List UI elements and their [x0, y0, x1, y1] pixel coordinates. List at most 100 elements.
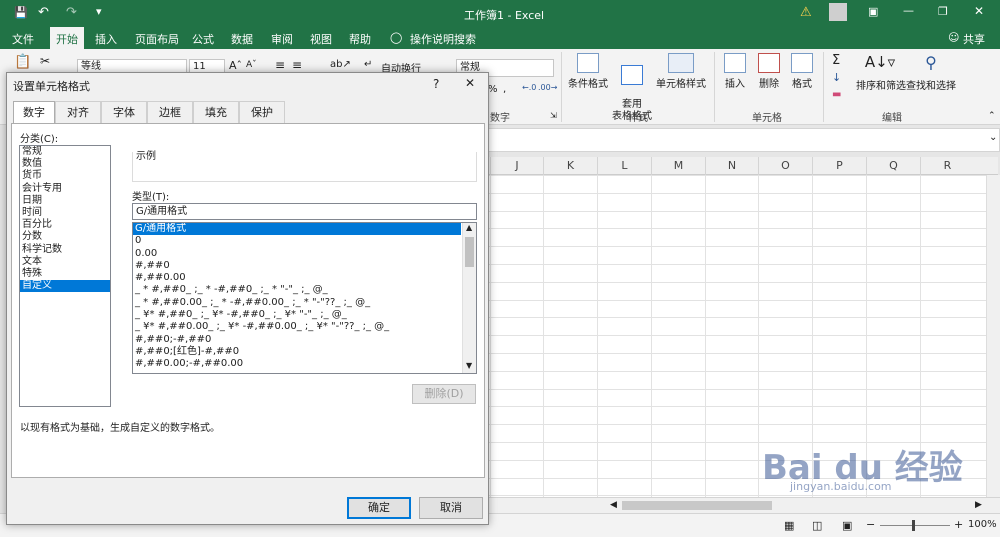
tab-fill[interactable]: 填充 — [193, 101, 239, 123]
formula-bar[interactable] — [488, 128, 1000, 152]
sort-filter-button[interactable]: A↓▿ 排序和筛选 — [856, 53, 906, 92]
list-item[interactable]: 货币 — [20, 170, 110, 182]
format-list-scrollbar[interactable]: ▲ ▼ — [462, 223, 476, 373]
list-item[interactable]: 常规 — [20, 146, 110, 158]
redo-icon[interactable]: ↷ — [66, 5, 77, 20]
format-cells-button[interactable]: 格式 — [787, 53, 817, 90]
collapse-ribbon-icon[interactable]: ⌃ — [988, 111, 996, 121]
clear-icon[interactable]: ▬ — [832, 89, 841, 100]
fill-icon[interactable]: ↓ — [832, 71, 841, 84]
tab-home[interactable]: 开始 — [50, 27, 84, 49]
normal-view-icon[interactable]: ▦ — [784, 519, 794, 532]
list-item[interactable]: #,##0.00;-#,##0.00 — [133, 358, 461, 370]
increase-decimal-icon[interactable]: ←.0 — [522, 83, 536, 92]
tab-page-layout[interactable]: 页面布局 — [135, 31, 179, 47]
zoom-in-icon[interactable]: + — [954, 518, 963, 531]
autosum-icon[interactable]: Σ — [832, 53, 840, 68]
save-icon[interactable]: 💾 — [14, 6, 28, 19]
number-dialog-launcher-icon[interactable]: ⇲ — [550, 111, 557, 120]
cut-icon[interactable]: ✂ — [40, 54, 50, 68]
tab-review[interactable]: 审阅 — [271, 31, 293, 47]
cancel-button[interactable]: 取消 — [419, 497, 483, 519]
scroll-left-icon[interactable]: ◀ — [610, 500, 617, 510]
scroll-thumb[interactable] — [465, 237, 474, 267]
tell-me-search[interactable]: 操作说明搜索 — [410, 31, 476, 47]
list-item[interactable]: #,##0 — [133, 260, 461, 272]
decrease-decimal-icon[interactable]: .00→ — [538, 83, 557, 92]
delete-cells-button[interactable]: 删除 — [754, 53, 784, 90]
tab-border[interactable]: 边框 — [147, 101, 193, 123]
undo-icon[interactable]: ↶ — [38, 5, 49, 20]
list-item[interactable]: 科学记数 — [20, 244, 110, 256]
conditional-format-button[interactable]: 条件格式 — [566, 53, 610, 90]
tab-data[interactable]: 数据 — [231, 31, 253, 47]
grow-font-icon[interactable]: Aˆ — [229, 59, 242, 72]
ribbon-display-icon[interactable]: ▣ — [868, 5, 878, 18]
scroll-up-icon[interactable]: ▲ — [466, 223, 472, 232]
tab-file[interactable]: 文件 — [12, 31, 34, 47]
list-item[interactable]: 分数 — [20, 231, 110, 243]
orientation-icon[interactable]: ab↗ — [330, 59, 351, 70]
wrap-text-icon[interactable]: ↵ — [364, 59, 372, 70]
close-icon[interactable]: ✕ — [465, 76, 475, 90]
share-icon[interactable]: ☺ — [948, 31, 959, 44]
list-item[interactable]: 时间 — [20, 207, 110, 219]
shrink-font-icon[interactable]: Aˇ — [246, 60, 257, 70]
tab-alignment[interactable]: 对齐 — [55, 101, 101, 123]
list-item[interactable]: 日期 — [20, 195, 110, 207]
list-item[interactable]: 数值 — [20, 158, 110, 170]
page-layout-view-icon[interactable]: ◫ — [812, 519, 822, 532]
restore-icon[interactable]: ❐ — [938, 5, 948, 18]
cell-styles-button[interactable]: 单元格样式 — [656, 53, 706, 90]
zoom-out-icon[interactable]: − — [866, 518, 875, 531]
paste-icon[interactable]: 📋 — [14, 54, 31, 70]
scroll-thumb[interactable] — [622, 501, 772, 510]
close-window-icon[interactable]: ✕ — [974, 4, 984, 18]
percent-icon[interactable]: % — [488, 84, 498, 95]
format-code-list[interactable]: G/通用格式 0 0.00 #,##0 #,##0.00 _ * #,##0_ … — [132, 222, 477, 374]
find-select-button[interactable]: ⚲ 查找和选择 — [906, 53, 956, 92]
share-button[interactable]: 共享 — [963, 31, 985, 47]
list-item[interactable]: _ ¥* #,##0_ ;_ ¥* -#,##0_ ;_ ¥* "-"_ ;_ … — [133, 309, 461, 321]
list-item[interactable]: _ ¥* #,##0.00_ ;_ ¥* -#,##0.00_ ;_ ¥* "-… — [133, 321, 461, 333]
delete-format-button[interactable]: 删除(D) — [412, 384, 476, 404]
tab-font[interactable]: 字体 — [101, 101, 147, 123]
list-item[interactable]: 会计专用 — [20, 183, 110, 195]
expand-formula-bar-icon[interactable]: ⌄ — [989, 132, 997, 143]
horizontal-scrollbar[interactable]: ◀ ▶ — [488, 497, 1000, 513]
customize-qat-icon[interactable]: ▾ — [96, 5, 102, 18]
align-top-icon[interactable]: ≡ — [275, 58, 285, 72]
zoom-slider-thumb[interactable] — [912, 520, 915, 531]
avatar[interactable] — [829, 3, 847, 21]
insert-cells-button[interactable]: 插入 — [720, 53, 750, 90]
list-item[interactable]: 0 — [133, 235, 461, 247]
list-item[interactable]: 文本 — [20, 256, 110, 268]
vertical-scrollbar[interactable] — [986, 175, 1000, 497]
align-middle-icon[interactable]: ≡ — [292, 58, 302, 72]
list-item-selected[interactable]: G/通用格式 — [133, 223, 461, 236]
ok-button[interactable]: 确定 — [347, 497, 411, 519]
tab-help[interactable]: 帮助 — [349, 31, 371, 47]
list-item[interactable]: 特殊 — [20, 268, 110, 280]
tab-formulas[interactable]: 公式 — [192, 31, 214, 47]
list-item[interactable]: #,##0;-#,##0 — [133, 334, 461, 346]
tab-protection[interactable]: 保护 — [239, 101, 285, 123]
list-item[interactable]: 0.00 — [133, 248, 461, 260]
scroll-right-icon[interactable]: ▶ — [975, 500, 982, 510]
list-item-selected[interactable]: 自定义 — [20, 280, 110, 293]
list-item[interactable]: #,##0;[红色]-#,##0 — [133, 346, 461, 358]
zoom-level[interactable]: 100% — [968, 519, 997, 530]
list-item[interactable]: 百分比 — [20, 219, 110, 231]
scroll-down-icon[interactable]: ▼ — [466, 361, 472, 370]
list-item[interactable]: _ * #,##0.00_ ;_ * -#,##0.00_ ;_ * "-"??… — [133, 297, 461, 309]
help-button[interactable]: ? — [433, 77, 439, 91]
tab-number[interactable]: 数字 — [13, 101, 55, 124]
type-input[interactable]: G/通用格式 — [132, 203, 477, 220]
comma-style-icon[interactable]: , — [503, 84, 506, 95]
zoom-slider[interactable] — [880, 525, 950, 526]
list-item[interactable]: _ * #,##0_ ;_ * -#,##0_ ;_ * "-"_ ;_ @_ — [133, 284, 461, 296]
minimize-icon[interactable]: — — [903, 4, 914, 17]
category-list[interactable]: 常规 数值 货币 会计专用 日期 时间 百分比 分数 科学记数 文本 特殊 自定… — [19, 145, 111, 407]
tab-insert[interactable]: 插入 — [95, 31, 117, 47]
warning-icon[interactable]: ⚠ — [800, 5, 812, 20]
